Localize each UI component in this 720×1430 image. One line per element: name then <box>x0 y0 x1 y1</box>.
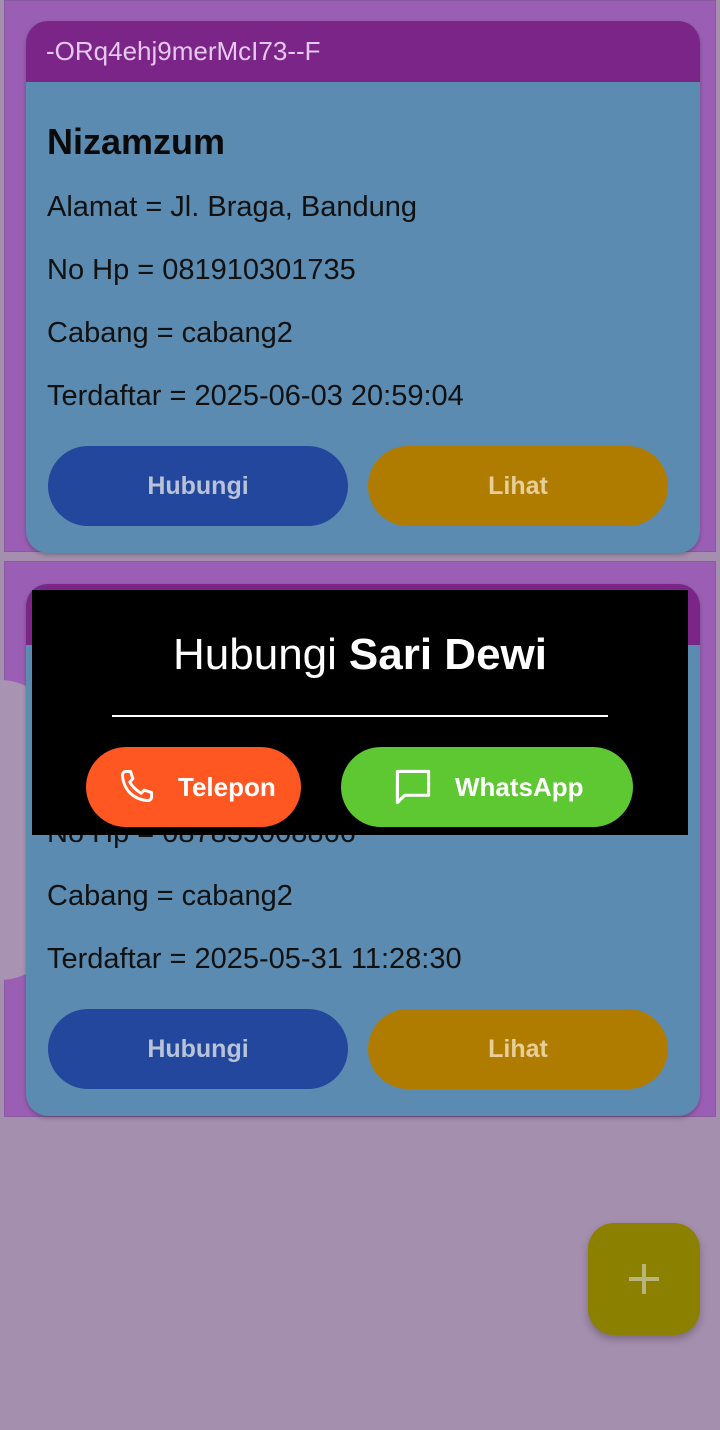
card-id-header: -ORq4ehj9merMcI73--F <box>26 21 700 82</box>
whatsapp-label: WhatsApp <box>455 771 584 802</box>
customer-name: Nizamzum <box>47 121 226 162</box>
chat-icon <box>391 765 435 809</box>
dialog-contact-name: Sari Dewi <box>348 630 547 679</box>
screen: -ORq4ehj9merMcI73--F Nizamzum Alamat = J… <box>0 0 720 1430</box>
plus-icon <box>626 1261 662 1297</box>
dialog-divider <box>112 715 608 717</box>
customer-address: Alamat = Jl. Braga, Bandung <box>47 191 417 223</box>
hubungi-button[interactable]: Hubungi <box>48 1009 348 1089</box>
lihat-button[interactable]: Lihat <box>368 1009 668 1089</box>
add-fab-button[interactable] <box>588 1223 700 1335</box>
hubungi-button[interactable]: Hubungi <box>48 446 348 526</box>
customer-registered: Terdaftar = 2025-05-31 11:28:30 <box>47 943 462 975</box>
phone-icon <box>114 765 158 809</box>
contact-dialog: Hubungi Sari Dewi Telepon WhatsApp <box>32 590 688 835</box>
dialog-title-prefix: Hubungi <box>173 630 337 679</box>
customer-card: -ORq4ehj9merMcI73--F Nizamzum Alamat = J… <box>26 21 700 553</box>
whatsapp-button[interactable]: WhatsApp <box>341 747 633 827</box>
lihat-button[interactable]: Lihat <box>368 446 668 526</box>
telepon-button[interactable]: Telepon <box>86 747 301 827</box>
customer-branch: Cabang = cabang2 <box>47 880 293 912</box>
telepon-label: Telepon <box>178 771 276 802</box>
customer-registered: Terdaftar = 2025-06-03 20:59:04 <box>47 380 464 412</box>
customer-phone: No Hp = 081910301735 <box>47 254 356 286</box>
dialog-title: Hubungi Sari Dewi <box>32 630 688 680</box>
customer-branch: Cabang = cabang2 <box>47 317 293 349</box>
